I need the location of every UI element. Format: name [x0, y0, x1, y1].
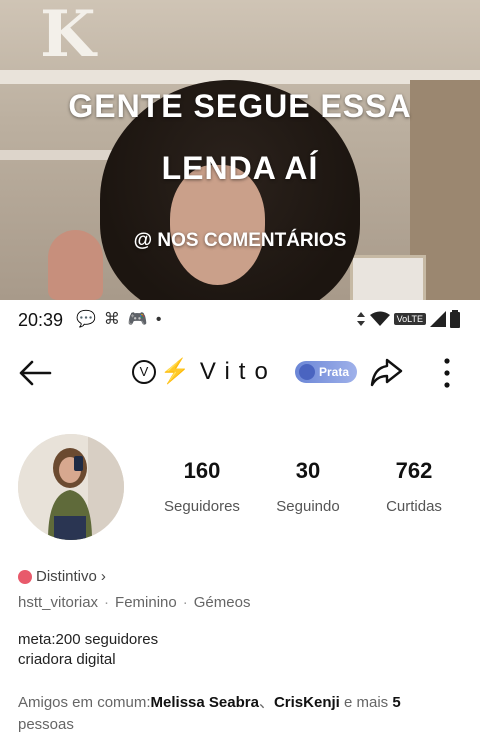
friends-separator: 、 [258, 694, 274, 711]
friends-count: 5 [392, 694, 401, 711]
signal-icon [430, 311, 446, 327]
battery-icon [450, 310, 460, 328]
distintivo-label: Distintivo [36, 568, 97, 585]
gender-tag: Feminino [115, 594, 177, 611]
status-time: 20:39 [18, 310, 64, 330]
mutual-friends[interactable]: Amigos em comum:Melissa Seabra、CrisKenji… [18, 692, 468, 736]
stat-following[interactable]: 30 Seguindo [268, 458, 348, 515]
profile-title: V ⚡ Vito [132, 357, 277, 386]
more-vertical-icon [444, 358, 450, 388]
likes-label: Curtidas [386, 498, 442, 515]
separator-dot: · [182, 594, 188, 611]
lightning-icon: ⚡ [160, 358, 190, 385]
share-icon [370, 358, 403, 387]
friend-name[interactable]: Melissa Seabra [151, 694, 259, 711]
notification-icon: ⌘ [103, 311, 128, 328]
decor-letter-k: K [40, 0, 96, 72]
stat-likes[interactable]: 762 Curtidas [375, 458, 453, 515]
zodiac-tag: Gémeos [193, 594, 251, 611]
gamepad-icon: 🎮 [127, 311, 156, 328]
volte-badge: VoLTE [393, 313, 426, 325]
profile-name: Vito [199, 357, 277, 385]
chevron-right-icon: › [100, 568, 106, 585]
dot-icon: • [155, 311, 170, 328]
stat-followers[interactable]: 160 Seguidores [160, 458, 244, 515]
share-button[interactable] [368, 355, 404, 391]
badge-icon [299, 364, 315, 380]
following-count: 30 [295, 458, 321, 483]
avatar[interactable] [18, 434, 124, 540]
video-preview[interactable]: K GENTE SEGUE ESSA LENDA AÍ @ NOS COMENT… [0, 0, 480, 300]
message-bubble-icon: 💬 [76, 311, 104, 328]
followers-label: Seguidores [164, 498, 240, 515]
level-badge[interactable]: Prata [295, 361, 358, 383]
friends-middle: e mais [339, 694, 393, 711]
status-right-icons: VoLTE [356, 310, 460, 328]
back-button[interactable] [16, 355, 56, 391]
friends-prefix: Amigos em comum: [18, 694, 151, 711]
distintivo-link[interactable]: Distintivo › [18, 568, 106, 585]
username: hstt_vitoriax [18, 594, 99, 611]
profile-header: V ⚡ Vito Prata [0, 345, 480, 401]
bio: meta:200 seguidores criadora digital [18, 630, 158, 670]
friend-name[interactable]: CrisKenji [274, 694, 340, 711]
followers-count: 160 [183, 458, 221, 483]
v-circle-icon: V [132, 359, 156, 384]
data-arrows-icon [356, 312, 365, 326]
bio-line: criadora digital [18, 651, 116, 668]
following-label: Seguindo [276, 498, 340, 515]
more-options-button[interactable] [432, 355, 462, 391]
wifi-icon [369, 311, 390, 326]
avatar-photo [18, 434, 124, 540]
badge-label: Prata [319, 365, 350, 379]
badge-hexagon-icon [18, 569, 32, 584]
status-bar: 20:39 💬⌘🎮• VoLTE [0, 300, 480, 340]
overlay-text-line2: LENDA AÍ [161, 150, 319, 186]
overlay-text-line3: @ NOS COMENTÁRIOS [133, 230, 347, 251]
likes-count: 762 [395, 458, 433, 483]
wall-frame [350, 255, 426, 300]
arrow-left-icon [19, 360, 52, 386]
separator-dot: · [104, 594, 110, 611]
overlay-text-line1: GENTE SEGUE ESSA [68, 88, 412, 124]
profile-tags: hstt_vitoriax · Feminino · Gémeos [18, 594, 250, 611]
bio-line: meta:200 seguidores [18, 631, 159, 648]
friends-suffix: pessoas [18, 716, 74, 733]
status-left-icons: 💬⌘🎮• [76, 309, 169, 329]
